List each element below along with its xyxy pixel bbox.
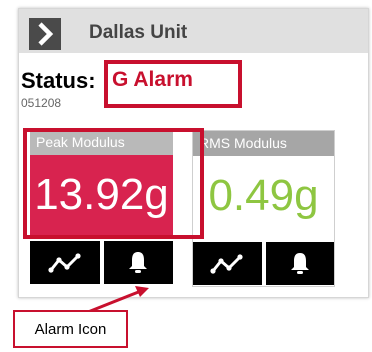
callout-arrow <box>87 286 149 314</box>
alarm-icon-callout: Alarm Icon <box>13 310 128 348</box>
